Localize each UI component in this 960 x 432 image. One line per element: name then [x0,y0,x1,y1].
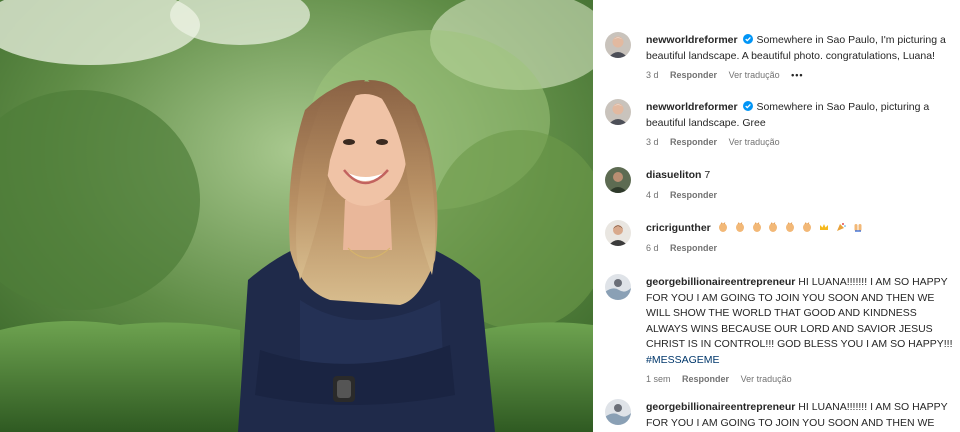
raising-hands-icon [854,224,862,232]
comment-username[interactable]: georgebillionaireentrepreneur [646,401,795,413]
avatar[interactable] [605,167,631,193]
clapping-hands-icon [786,222,795,232]
comment-time: 6 d [646,242,659,253]
party-popper-icon [837,223,846,231]
comment-meta: 4 d Responder [646,189,958,201]
comment-time: 3 d [646,137,659,147]
comment-text: 7 [704,169,711,181]
clapping-hands-icon [735,222,744,232]
reply-button[interactable]: Responder [670,137,717,147]
avatar[interactable] [605,32,631,58]
verified-badge-icon [742,34,753,44]
reply-button[interactable]: Responder [670,243,717,253]
comments-panel[interactable]: newworldreformer Somewhere in Sao Paulo,… [593,0,960,432]
clapping-hands-icon [718,222,727,232]
avatar[interactable] [605,274,631,300]
reply-button[interactable]: Responder [682,374,729,384]
avatar[interactable] [605,220,631,246]
comment-meta: 3 d Responder Ver tradução [646,136,958,148]
reply-button[interactable]: Responder [670,190,717,200]
comment-time: 1 sem [646,374,671,384]
comment-username[interactable]: georgebillionaireentrepreneur [646,276,795,288]
reply-button[interactable]: Responder [670,70,717,80]
comment-meta: 1 sem Responder Ver tradução [646,373,958,385]
comment-meta: 3 d Responder Ver tradução ••• [646,69,958,81]
see-translation-button[interactable]: Ver tradução [729,137,780,147]
avatar[interactable] [605,99,631,125]
crown-icon [820,224,829,230]
comment-emoji-row [718,222,867,234]
comment-username[interactable]: diasueliton [646,169,701,181]
post-photo [0,0,593,432]
verified-badge-icon [742,101,753,111]
portrait-photo [0,0,593,432]
see-translation-button[interactable]: Ver tradução [741,374,792,384]
more-options-icon[interactable]: ••• [791,70,803,80]
comment-time: 4 d [646,189,659,200]
comment-hashtag[interactable]: #MESSAGEME [646,354,720,366]
comment-username[interactable]: cricrigunther [646,222,711,234]
comment-username[interactable]: newworldreformer [646,101,738,113]
comment-meta: 6 d Responder [646,242,958,254]
see-translation-button[interactable]: Ver tradução [729,70,780,80]
comment-time: 3 d [646,70,659,80]
clapping-hands-icon [803,222,812,232]
clapping-hands-icon [752,222,761,232]
avatar[interactable] [605,399,631,425]
clapping-hands-icon [769,222,778,232]
comment-username[interactable]: newworldreformer [646,34,738,46]
